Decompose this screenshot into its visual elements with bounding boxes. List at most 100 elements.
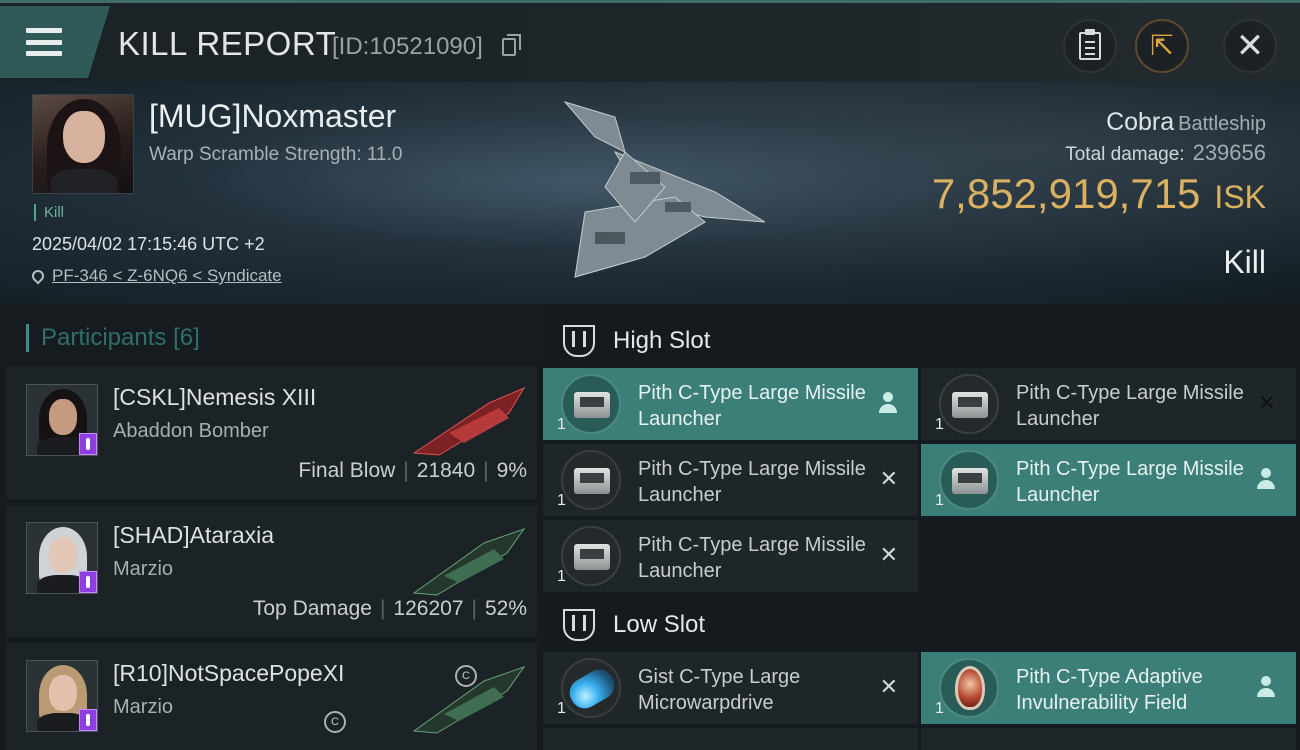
victim-name[interactable]: [MUG]Noxmaster	[149, 98, 396, 135]
stats-separator: |	[379, 597, 386, 620]
module-name: Pith C-Type Large Missile Launcher	[638, 382, 866, 430]
participant-ship: Marzio	[113, 558, 174, 580]
ship-name[interactable]: Cobra	[1106, 108, 1174, 136]
participant-percent: 52%	[484, 597, 527, 620]
participant-damage: 126207	[393, 597, 464, 620]
participant-damage: 21840	[416, 459, 476, 482]
missile-launcher-icon	[561, 526, 621, 586]
victim-ship-image	[563, 101, 766, 278]
report-id: [ID:10521090]	[332, 33, 483, 60]
invulnerability-field-icon	[939, 658, 999, 718]
module-slot[interactable]: 1 Pith C-Type Large Missile Launcher	[921, 444, 1296, 518]
missile-launcher-icon	[939, 450, 999, 510]
module-name: Gist C-Type Large Microwarpdrive	[638, 666, 801, 714]
kill-timestamp: 2025/04/02 17:15:46 UTC +2	[32, 234, 265, 254]
kill-tag: Kill	[34, 204, 64, 221]
module-slot-partial[interactable]	[921, 728, 1296, 750]
clipboard-icon	[1079, 29, 1101, 60]
stats-separator: |	[471, 597, 477, 620]
participant-ship-image	[412, 528, 526, 596]
total-damage-label: Total damage:	[1065, 144, 1185, 165]
participants-count: [6]	[173, 324, 200, 351]
location-pin-icon	[29, 267, 47, 285]
microwarpdrive-icon	[561, 658, 621, 718]
module-slot[interactable]: 1 Pith C-Type Adaptive Invulnerability F…	[921, 652, 1296, 726]
copy-icon[interactable]	[502, 34, 521, 56]
isk-value-line: 7,852,919,715 ISK	[932, 170, 1266, 218]
location-link[interactable]: PF-346 < Z-6NQ6 < Syndicate	[52, 266, 282, 286]
close-button[interactable]: ✕	[1223, 19, 1277, 73]
header-bar: KILL REPORT [ID:10521090] ⇱ ✕	[0, 0, 1300, 82]
participant-ship: Marzio	[113, 696, 174, 718]
module-slot[interactable]: 1 Gist C-Type Large Microwarpdrive ✕	[543, 652, 918, 726]
menu-button[interactable]	[0, 6, 110, 78]
share-button[interactable]: ⇱	[1135, 19, 1189, 73]
module-slot[interactable]: 1 Pith C-Type Large Missile Launcher	[543, 368, 918, 442]
isk-unit: ISK	[1214, 179, 1266, 215]
participant-row[interactable]: [SHAD]Ataraxia Marzio Top Damage | 126207 |…	[6, 505, 537, 639]
clipboard-button[interactable]	[1063, 19, 1117, 73]
module-slot[interactable]: 1 Pith C-Type Large Missile Launcher ✕	[543, 444, 918, 518]
participant-tag: Final Blow	[298, 459, 396, 482]
module-name: Pith C-Type Large Missile Launcher	[638, 458, 866, 506]
participant-name: [R10]NotSpacePopeXI	[113, 660, 345, 686]
participant-name: [SHAD]Ataraxia	[113, 522, 275, 548]
fitting-panel: High Slot 1 Pith C-Type Large Missile La…	[543, 304, 1300, 750]
participant-ship: Abaddon Bomber	[113, 420, 269, 442]
pilot-icon	[1256, 468, 1276, 490]
participant-tag: Top Damage	[252, 597, 372, 620]
module-quantity: 1	[935, 416, 944, 433]
module-quantity: 1	[935, 492, 944, 509]
rank-badge-icon	[79, 433, 97, 455]
ship-class: Battleship	[1178, 113, 1266, 135]
module-name: Pith C-Type Large Missile Launcher	[1016, 382, 1244, 430]
page-title: KILL REPORT	[118, 25, 337, 62]
high-slot-title: High Slot	[613, 327, 711, 354]
module-slot-partial[interactable]	[543, 728, 918, 750]
missile-launcher-icon	[939, 374, 999, 434]
isk-value: 7,852,919,715	[931, 170, 1201, 217]
rank-badge-icon	[79, 709, 97, 731]
destroyed-icon: ✕	[879, 466, 898, 491]
pilot-icon	[1256, 676, 1276, 698]
participant-ship-image	[412, 666, 526, 734]
module-quantity: 1	[557, 492, 566, 509]
stats-separator: |	[483, 459, 489, 482]
module-quantity: 1	[557, 416, 566, 433]
low-slot-title: Low Slot	[613, 611, 706, 638]
pilot-icon	[878, 392, 898, 414]
module-name: Pith C-Type Adaptive Invulnerability Fie…	[1016, 666, 1203, 714]
participant-stats: Top Damage | 126207 | 52%	[253, 597, 527, 621]
module-slot[interactable]: 1 Pith C-Type Large Missile Launcher ✕	[543, 520, 918, 594]
low-slot-header: Low Slot	[543, 594, 1300, 656]
participants-header: Participants [6]	[26, 324, 200, 352]
close-icon: ✕	[1235, 27, 1265, 65]
module-slot[interactable]: 1 Pith C-Type Large Missile Launcher ✕	[921, 368, 1296, 442]
missile-launcher-icon	[561, 374, 621, 434]
participant-stats: Final Blow | 21840 | 9%	[298, 459, 527, 483]
rank-badge-icon	[79, 571, 97, 593]
high-slot-icon	[563, 325, 595, 357]
module-quantity: 1	[557, 568, 566, 585]
participant-ship-image	[412, 386, 526, 456]
participant-row[interactable]: [R10]NotSpacePopeXI Marzio C C	[6, 643, 537, 750]
stats-separator: |	[403, 459, 409, 482]
module-quantity: 1	[557, 700, 566, 717]
participant-row[interactable]: [CSKL]Nemesis XIII Abaddon Bomber Final …	[6, 367, 537, 501]
destroyed-icon: ✕	[1257, 390, 1276, 415]
victim-summary: [MUG]Noxmaster Warp Scramble Strength: 1…	[0, 82, 1300, 304]
hamburger-icon	[26, 28, 62, 56]
warp-scramble-strength: Warp Scramble Strength: 11.0	[149, 144, 403, 165]
participants-panel: Participants [6] [CSKL]Nemesis XIII Abad…	[0, 304, 543, 750]
high-slot-header: High Slot	[543, 310, 1300, 372]
module-name: Pith C-Type Large Missile Launcher	[638, 534, 866, 582]
kill-location[interactable]: PF-346 < Z-6NQ6 < Syndicate	[29, 266, 282, 286]
victim-avatar[interactable]	[32, 94, 134, 194]
ship-name-line: Cobra Battleship	[1106, 108, 1266, 137]
kill-result: Kill	[1223, 244, 1266, 280]
module-quantity: 1	[935, 700, 944, 717]
total-damage-value: 239656	[1192, 140, 1266, 165]
low-slot-icon	[563, 609, 595, 641]
share-icon: ⇱	[1150, 30, 1174, 61]
destroyed-icon: ✕	[879, 674, 898, 699]
